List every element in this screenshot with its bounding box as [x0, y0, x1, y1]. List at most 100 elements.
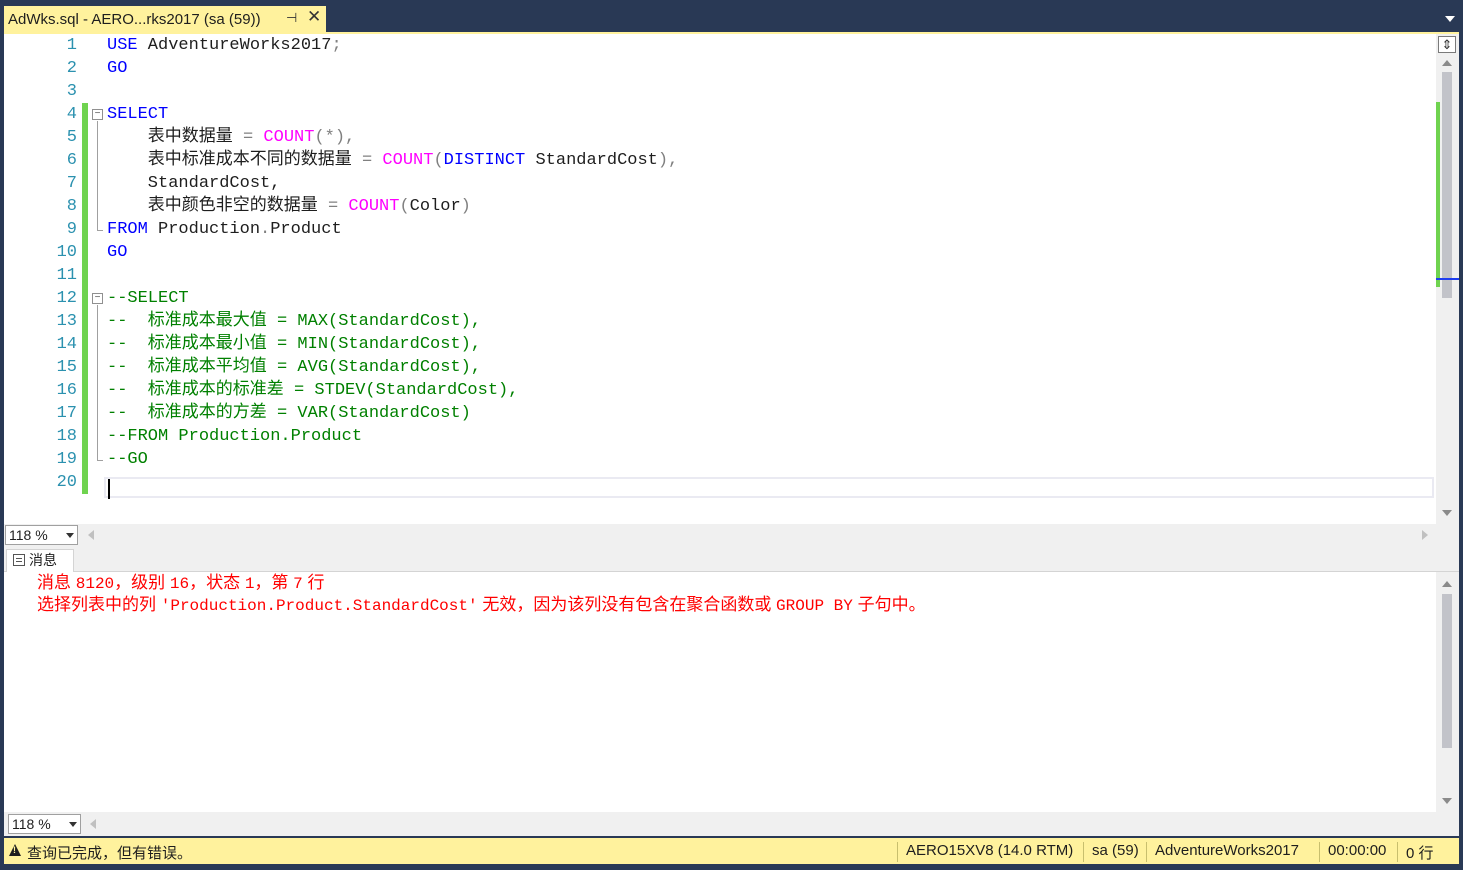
- line-number: 17: [56, 404, 77, 423]
- scroll-right-icon[interactable]: [1422, 530, 1428, 540]
- punctuation: (: [399, 197, 410, 216]
- fold-guide: [97, 121, 98, 230]
- collapse-icon[interactable]: −: [92, 109, 103, 120]
- zoom-value: 118 %: [9, 527, 48, 543]
- operator: =: [328, 197, 339, 216]
- identifier: AdventureWorks2017: [137, 36, 332, 55]
- line-number: 20: [56, 473, 77, 492]
- scroll-left-icon[interactable]: [88, 530, 94, 540]
- punctuation: ): [460, 197, 471, 216]
- code-line[interactable]: SELECT: [107, 103, 168, 126]
- editor-footer: 118 %: [4, 524, 1459, 546]
- comment-line[interactable]: -- 标准成本的方差 = VAR(StandardCost): [107, 402, 471, 425]
- identifier: 表中标准成本不同的数据量: [107, 151, 363, 170]
- scroll-thumb[interactable]: [1442, 594, 1452, 748]
- row-count: 0 行: [1397, 842, 1434, 862]
- code-line[interactable]: 表中标准成本不同的数据量 = COUNT(DISTINCT StandardCo…: [107, 149, 679, 172]
- fold-guide: [97, 305, 98, 460]
- messages-vertical-scrollbar[interactable]: [1436, 572, 1459, 812]
- line-number: 5: [66, 128, 77, 147]
- comment-line[interactable]: --SELECT: [107, 287, 189, 310]
- error-message-body: 选择列表中的列 'Production.Product.StandardCost…: [37, 594, 926, 617]
- collapse-icon[interactable]: −: [92, 293, 103, 304]
- scroll-down-icon[interactable]: [1442, 510, 1452, 516]
- editor-zoom-select[interactable]: 118 %: [5, 525, 78, 545]
- error-keyword: GROUP BY: [776, 597, 853, 615]
- messages-zoom-select[interactable]: 118 %: [8, 814, 81, 834]
- close-tab-button[interactable]: ✕: [307, 7, 321, 27]
- code-line[interactable]: FROM Production.Product: [107, 218, 342, 241]
- identifier: Color: [409, 197, 461, 216]
- error-state: 1: [244, 575, 255, 593]
- query-editor[interactable]: 1 2 3 4 5 6 7 8 9 10 11 12 13 14 15 16 1…: [4, 34, 1436, 524]
- current-line-highlight: [104, 477, 1434, 498]
- code-line[interactable]: 表中数据量 = COUNT(*),: [107, 126, 355, 149]
- error-message-header: 消息 8120，级别 16，状态 1，第 7 行: [37, 572, 325, 595]
- chevron-down-icon: [66, 533, 74, 538]
- pin-icon[interactable]: ⊣: [286, 10, 297, 26]
- fold-guide-end: [97, 230, 103, 231]
- code-line[interactable]: USE AdventureWorks2017;: [107, 34, 342, 57]
- comment-line[interactable]: --GO: [107, 448, 148, 471]
- elapsed-time: 00:00:00: [1319, 842, 1386, 862]
- line-number: 1: [66, 36, 77, 55]
- zoom-value: 118 %: [12, 816, 51, 832]
- query-status-bar: 查询已完成，但有错误。 AERO15XV8 (14.0 RTM) sa (59)…: [4, 838, 1459, 864]
- punctuation: ),: [657, 151, 679, 170]
- document-tab-bar: AdWks.sql - AERO...rks2017 (sa (59)) ⊣ ✕: [0, 0, 1463, 32]
- scroll-up-icon[interactable]: [1442, 581, 1452, 587]
- results-tab-bar: 消息: [4, 546, 1459, 572]
- tab-messages[interactable]: 消息: [6, 549, 74, 572]
- code-line[interactable]: StandardCost,: [107, 172, 281, 195]
- messages-icon: [13, 554, 25, 566]
- line-number: 16: [56, 381, 77, 400]
- identifier: 表中数据量: [107, 128, 244, 147]
- change-marker: [1436, 102, 1440, 287]
- operator: =: [243, 128, 254, 147]
- tab-messages-label: 消息: [29, 552, 57, 568]
- user-info: sa (59): [1083, 842, 1139, 862]
- editor-vertical-scrollbar[interactable]: ⇕: [1436, 34, 1459, 524]
- error-text: 无效，因为该列没有包含在聚合函数或: [477, 595, 777, 614]
- comment-line[interactable]: --FROM Production.Product: [107, 425, 362, 448]
- line-number: 6: [66, 151, 77, 170]
- code-line[interactable]: GO: [107, 241, 127, 264]
- punctuation: (: [433, 151, 444, 170]
- comment-line[interactable]: -- 标准成本最大值 = MAX(StandardCost),: [107, 310, 481, 333]
- tab-overflow-chevron-icon[interactable]: [1445, 16, 1455, 22]
- code-line[interactable]: 表中颜色非空的数据量 = COUNT(Color): [107, 195, 471, 218]
- scroll-thumb[interactable]: [1442, 72, 1452, 298]
- comment-line[interactable]: -- 标准成本平均值 = AVG(StandardCost),: [107, 356, 481, 379]
- scroll-left-icon[interactable]: [90, 819, 96, 829]
- database-info: AdventureWorks2017: [1146, 842, 1299, 862]
- document-tab-title: AdWks.sql - AERO...rks2017 (sa (59)): [8, 10, 261, 28]
- scroll-down-icon[interactable]: [1442, 798, 1452, 804]
- error-level: 16: [169, 575, 190, 593]
- line-number: 14: [56, 335, 77, 354]
- line-number: 11: [56, 266, 77, 285]
- identifier: 表中颜色非空的数据量: [107, 197, 329, 216]
- comment-line[interactable]: -- 标准成本的标准差 = STDEV(StandardCost),: [107, 379, 518, 402]
- code-line[interactable]: GO: [107, 57, 127, 80]
- change-bar: [82, 103, 88, 494]
- line-number: 12: [56, 289, 77, 308]
- line-number: 15: [56, 358, 77, 377]
- comment-line[interactable]: -- 标准成本最小值 = MIN(StandardCost),: [107, 333, 481, 356]
- identifier: StandardCost: [525, 151, 658, 170]
- scroll-up-icon[interactable]: [1442, 60, 1452, 66]
- query-status-text: 查询已完成，但有错误。: [27, 845, 193, 862]
- line-number: 3: [66, 82, 77, 101]
- function-name: COUNT: [263, 128, 315, 147]
- fold-guide-end: [97, 460, 103, 461]
- document-tab[interactable]: AdWks.sql - AERO...rks2017 (sa (59)) ⊣ ✕: [4, 6, 326, 32]
- error-line: 7: [293, 575, 303, 593]
- split-window-icon[interactable]: ⇕: [1438, 36, 1456, 53]
- punctuation: ;: [331, 36, 342, 55]
- error-number: 8120: [75, 575, 115, 593]
- error-text: ，级别: [114, 573, 170, 592]
- line-number: 9: [66, 220, 77, 239]
- warning-icon: [9, 844, 21, 856]
- line-number: 18: [56, 427, 77, 446]
- messages-pane[interactable]: 消息 8120，级别 16，状态 1，第 7 行 选择列表中的列 'Produc…: [4, 572, 1436, 812]
- line-number: 19: [56, 450, 77, 469]
